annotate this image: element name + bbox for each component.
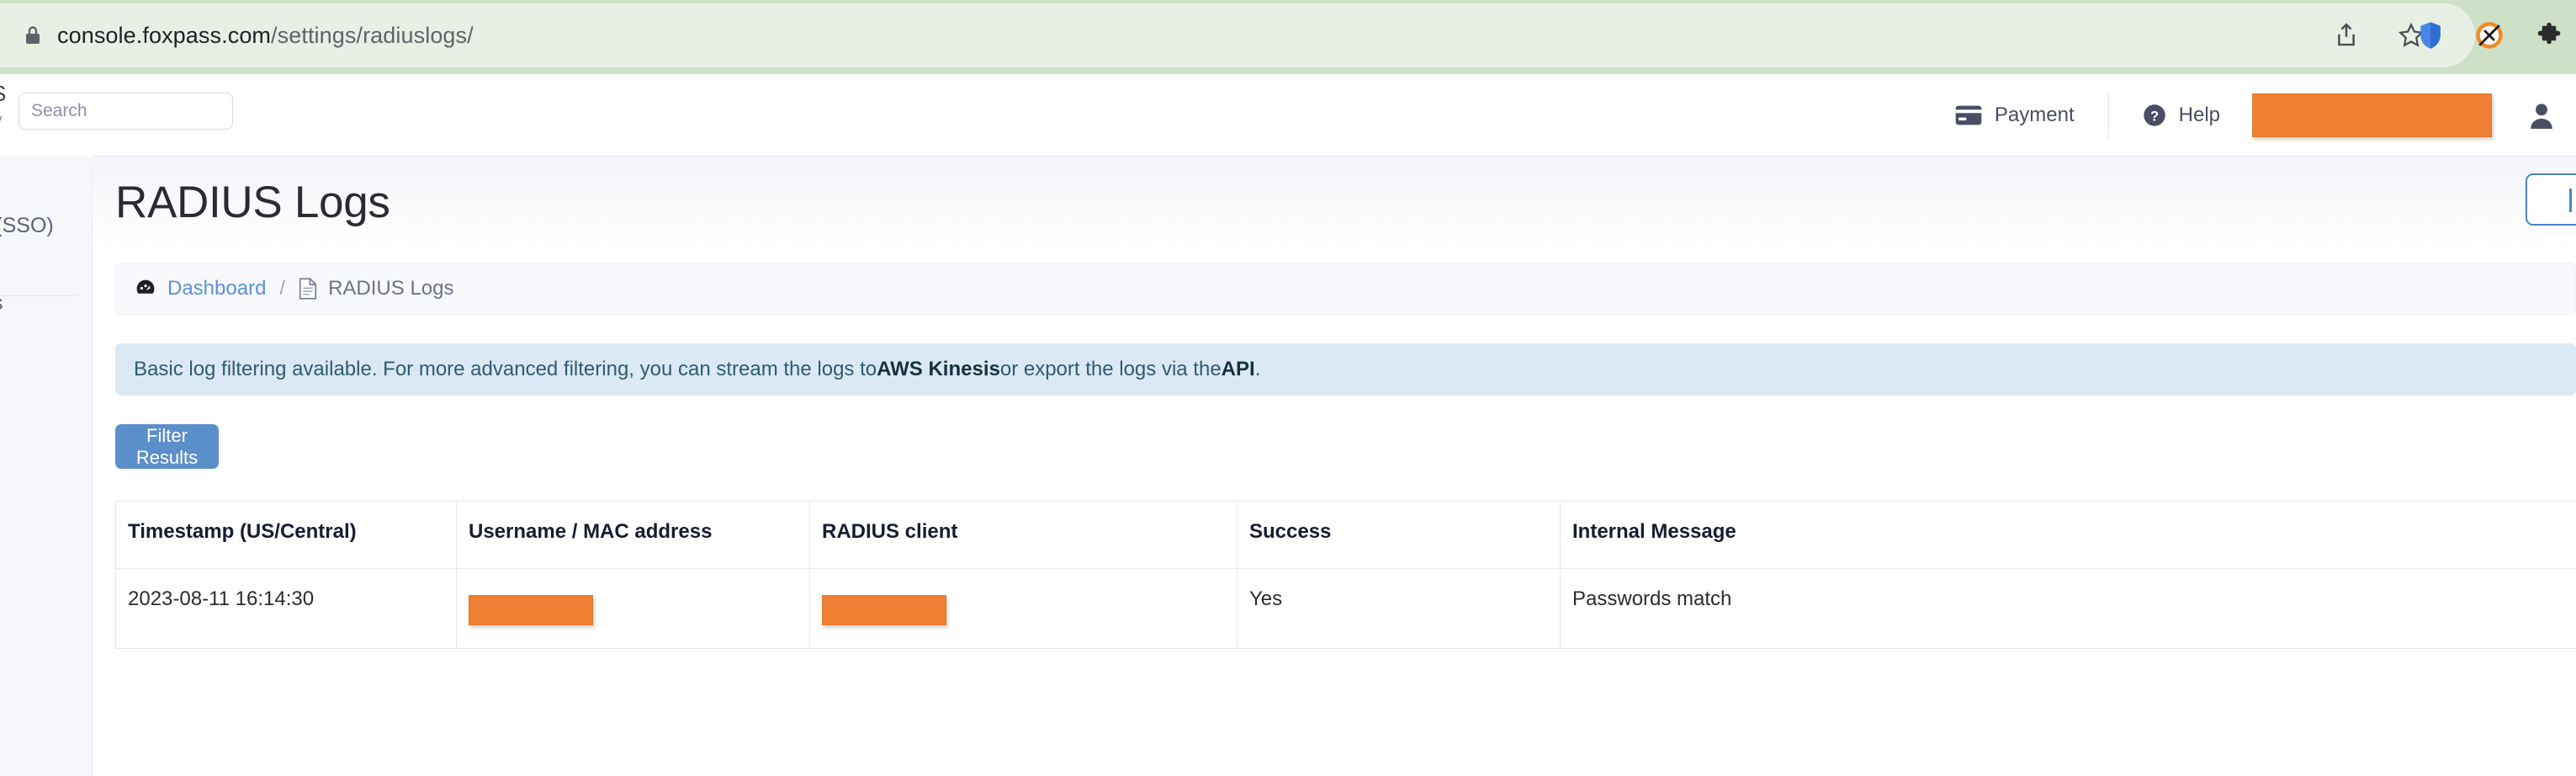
omnibox-actions — [2334, 3, 2425, 67]
username-redaction — [469, 595, 593, 625]
document-icon — [299, 278, 317, 300]
panel-toggle-icon — [2569, 189, 2572, 212]
column-header-internal-message: Internal Message — [1560, 501, 2576, 569]
payment-link[interactable]: Payment — [1935, 104, 2095, 127]
page-header: RADIUS Logs — [93, 157, 2576, 247]
column-header-radius-client: RADIUS client — [809, 501, 1238, 569]
browser-extensions — [2418, 3, 2576, 67]
main-content: RADIUS Logs Dashboard / RADIUS Logs Basi… — [93, 157, 2576, 776]
question-circle-icon: ? — [2143, 104, 2166, 127]
panel-toggle-button[interactable] — [2526, 173, 2576, 226]
table-row: 2023-08-11 16:14:30 Yes Passwords match — [115, 568, 2576, 649]
page-title: RADIUS Logs — [115, 178, 390, 227]
cell-username — [456, 568, 810, 649]
nav-divider — [2107, 93, 2109, 138]
radius-logs-table: Timestamp (US/Central) Username / MAC ad… — [115, 501, 2576, 649]
breadcrumb-dashboard-link[interactable]: Dashboard — [167, 277, 266, 300]
help-label: Help — [2178, 104, 2220, 126]
column-header-timestamp: Timestamp (US/Central) — [115, 501, 457, 569]
share-icon[interactable] — [2334, 22, 2359, 49]
account-name-redaction[interactable] — [2252, 93, 2492, 137]
top-nav-right: Payment ? Help — [1935, 74, 2576, 157]
sidebar-item-single-sign-on[interactable]: On (SSO) — [0, 214, 54, 238]
sidebar-divider — [0, 295, 77, 296]
left-sidebar: On (SSO) s — [0, 157, 93, 776]
address-bar[interactable]: console.foxpass.com/settings/radiuslogs/ — [0, 3, 2475, 67]
cell-timestamp: 2023-08-11 16:14:30 — [115, 568, 457, 649]
radius-client-redaction — [822, 595, 946, 625]
column-header-username: Username / MAC address — [456, 501, 810, 569]
url-host: console.foxpass.com — [57, 22, 272, 48]
alert-text-3: . — [1254, 358, 1261, 380]
url-text: console.foxpass.com/settings/radiuslogs/ — [57, 23, 474, 49]
credit-card-icon — [1955, 105, 1982, 125]
cell-internal-message: Passwords match — [1560, 568, 2576, 649]
table-header-row: Timestamp (US/Central) Username / MAC ad… — [115, 501, 2576, 569]
filter-results-button[interactable]: Filter Results — [115, 424, 219, 469]
sidebar-fragment-top-2: y — [0, 111, 3, 128]
help-link[interactable]: ? Help — [2123, 104, 2240, 127]
tachometer-icon — [135, 278, 156, 300]
user-icon[interactable] — [2529, 102, 2554, 129]
puzzle-piece-icon[interactable] — [2536, 22, 2563, 49]
lock-icon — [24, 24, 42, 46]
payment-label: Payment — [1994, 104, 2075, 126]
info-alert: Basic log filtering available. For more … — [115, 343, 2576, 396]
cell-success: Yes — [1237, 568, 1561, 649]
search-input-wrapper[interactable] — [19, 93, 233, 130]
breadcrumb-separator: / — [279, 277, 286, 300]
breadcrumb: Dashboard / RADIUS Logs — [115, 263, 2576, 315]
cell-radius-client — [809, 568, 1238, 649]
alert-link-api[interactable]: API — [1222, 358, 1255, 381]
svg-text:?: ? — [2150, 108, 2159, 124]
column-header-success: Success — [1237, 501, 1561, 569]
alert-text-1: Basic log filtering available. For more … — [134, 358, 877, 380]
search-input[interactable] — [31, 101, 220, 121]
browser-chrome: console.foxpass.com/settings/radiuslogs/ — [0, 0, 2576, 74]
breadcrumb-current: RADIUS Logs — [328, 277, 454, 300]
url-path: /settings/radiuslogs/ — [271, 22, 474, 48]
alert-text-2: or export the logs via the — [999, 358, 1222, 380]
alert-link-aws-kinesis[interactable]: AWS Kinesis — [877, 358, 1000, 381]
ad-blocker-icon[interactable] — [2475, 21, 2504, 50]
sidebar-fragment-top-1: S — [0, 81, 6, 107]
sidebar-item-fragment[interactable]: s — [0, 291, 3, 316]
shield-icon[interactable] — [2418, 21, 2443, 50]
